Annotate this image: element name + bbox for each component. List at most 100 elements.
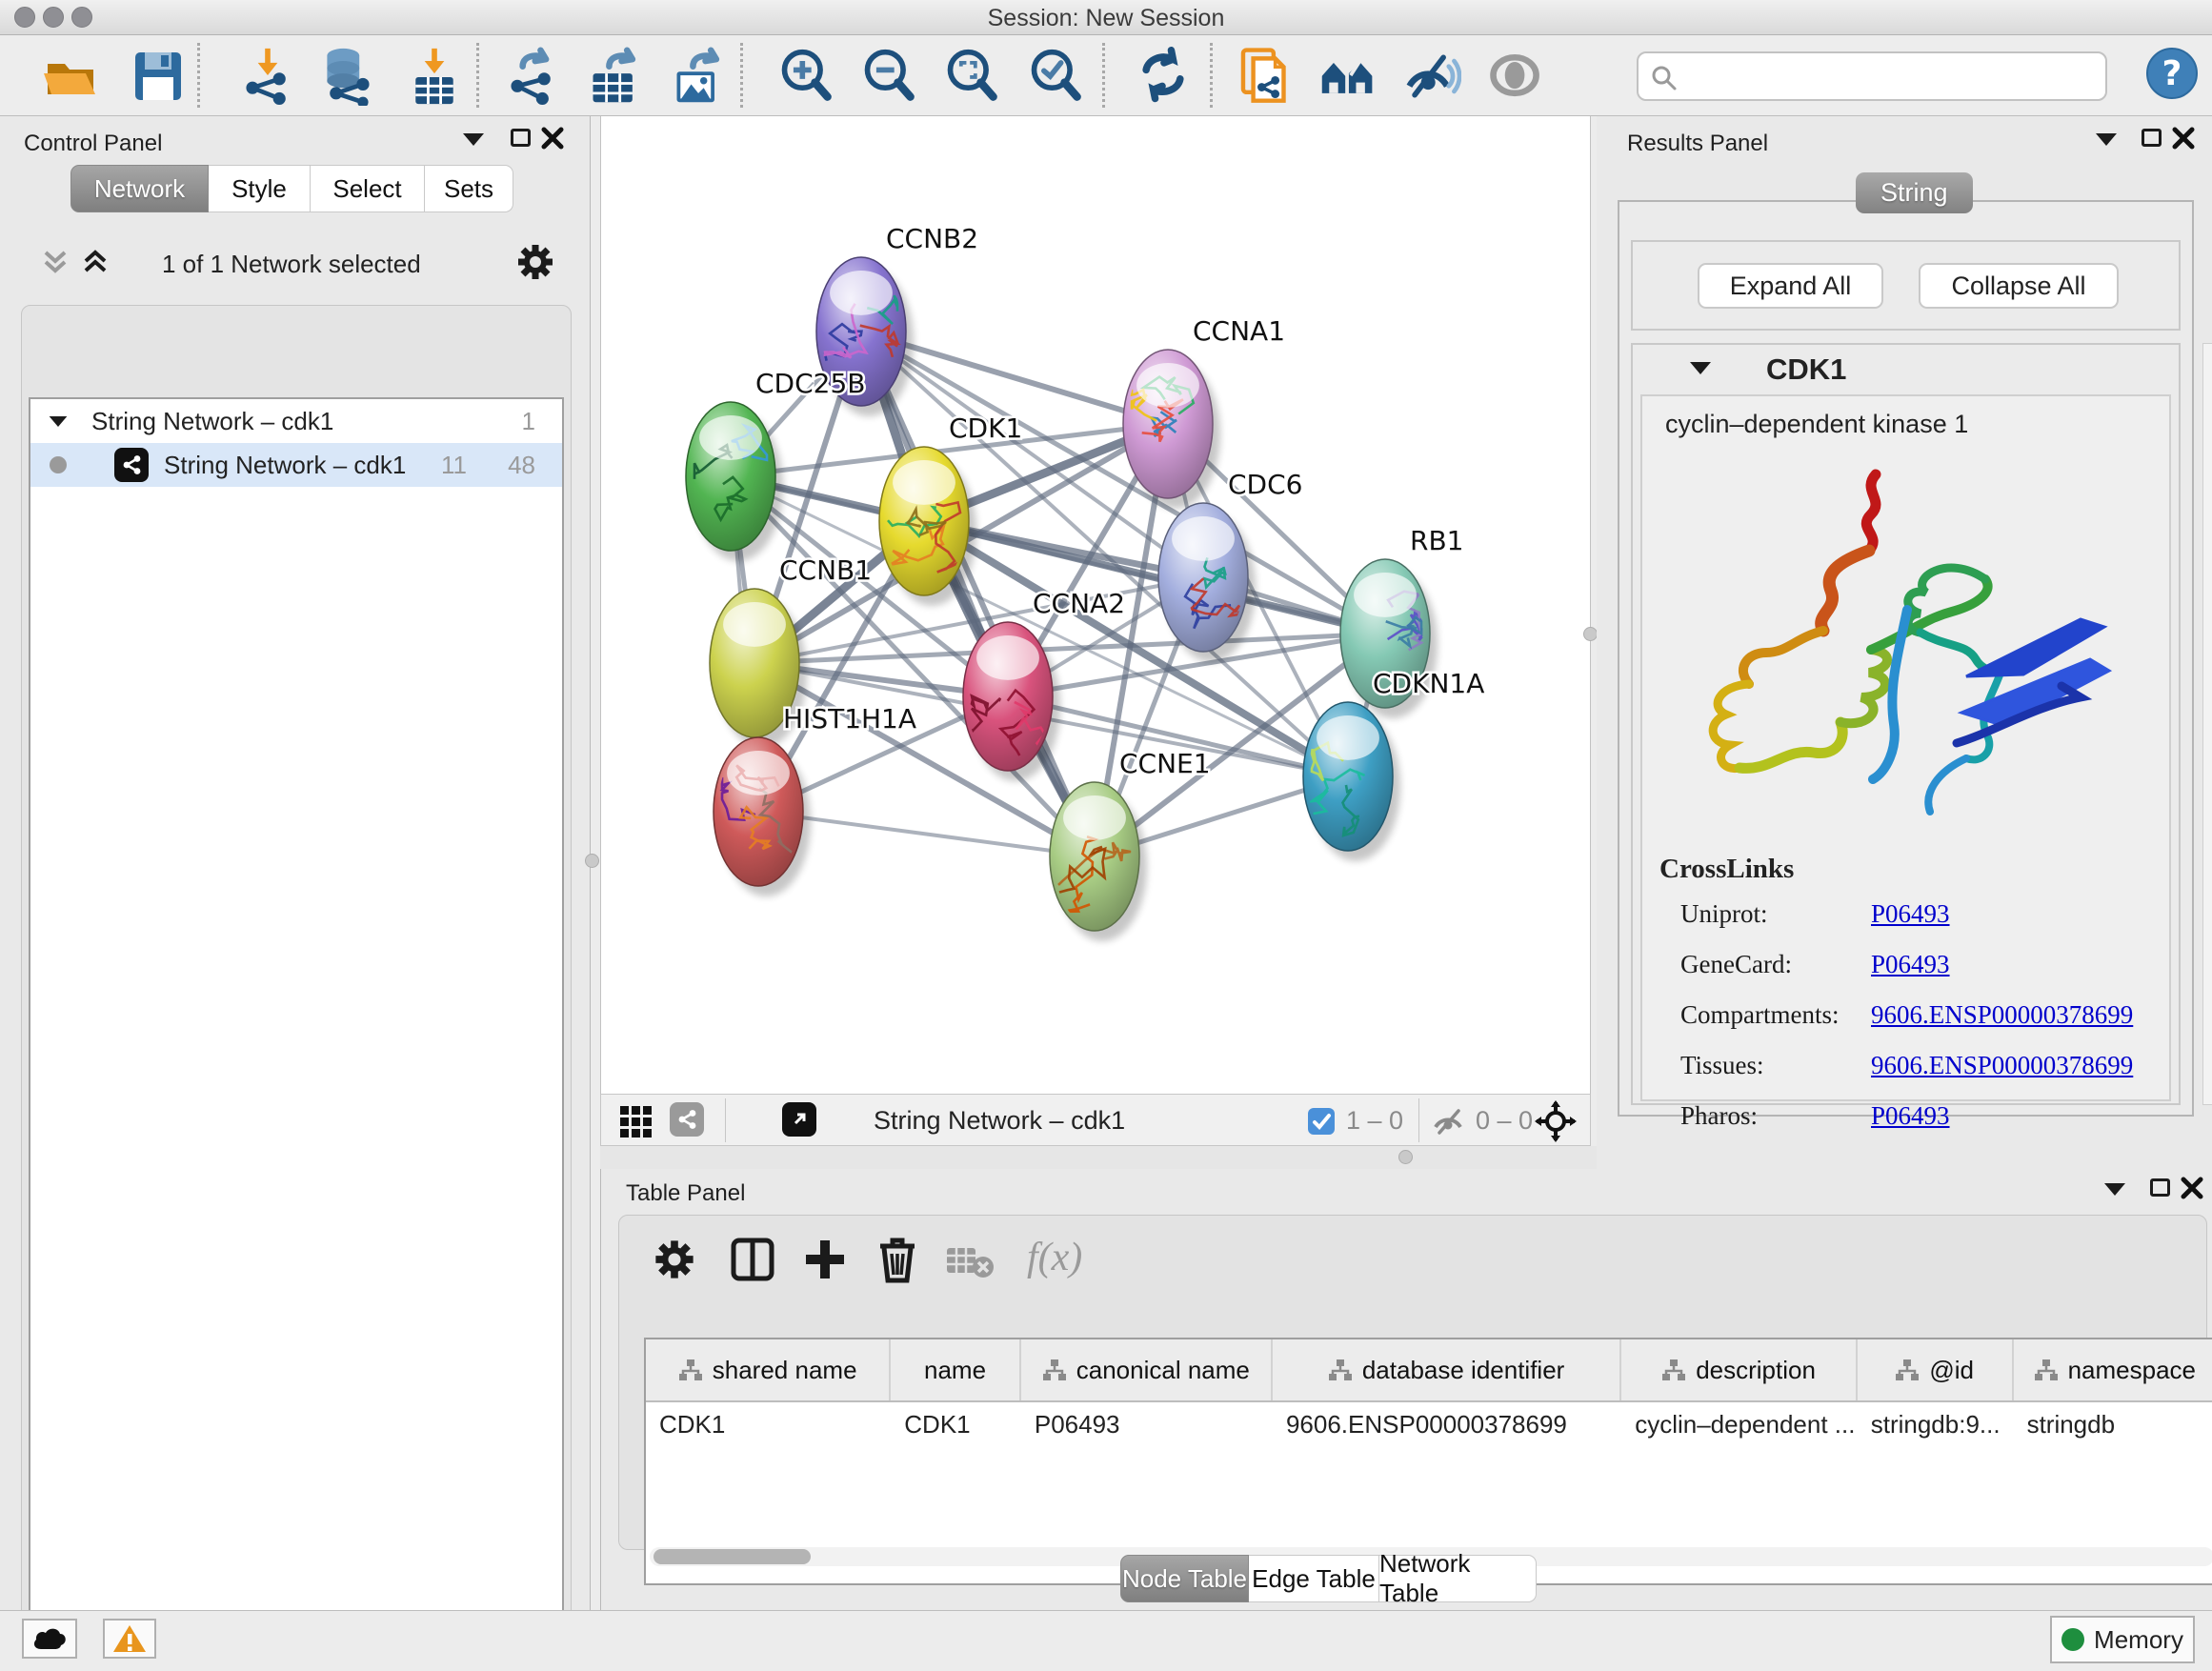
crosslink-link[interactable]: P06493 <box>1871 899 1950 929</box>
crosslink-link[interactable]: 9606.ENSP00000378699 <box>1871 1051 2133 1080</box>
cloud-button[interactable] <box>22 1619 77 1659</box>
tree-collapse-icon[interactable] <box>50 415 68 426</box>
import-network-file-icon[interactable] <box>238 47 297 106</box>
tab-sets[interactable]: Sets <box>425 165 513 212</box>
show-columns-icon[interactable] <box>730 1237 775 1282</box>
column-header-name[interactable]: name <box>891 1339 1020 1400</box>
warning-button[interactable] <box>103 1619 156 1659</box>
show-all-networks-icon[interactable] <box>1317 47 1379 106</box>
delete-column-trash-icon[interactable] <box>875 1235 920 1284</box>
export-table-icon[interactable] <box>584 47 647 106</box>
column-label: name <box>924 1356 986 1385</box>
float-panel-icon[interactable] <box>2142 129 2162 147</box>
column-header-description[interactable]: description <box>1621 1339 1858 1400</box>
vertical-splitter-handle[interactable] <box>1583 627 1598 641</box>
tab-network[interactable]: Network <box>70 165 209 212</box>
gear-icon[interactable] <box>514 241 556 283</box>
collapse-panel-icon[interactable] <box>2104 1183 2125 1196</box>
zoom-out-icon[interactable] <box>860 47 919 106</box>
node-count: 11 <box>441 451 467 480</box>
zoom-selected-icon[interactable] <box>1027 47 1086 106</box>
float-panel-icon[interactable] <box>511 129 531 147</box>
horizontal-splitter-handle[interactable] <box>1398 1150 1413 1164</box>
hidden-eye-slash-icon[interactable] <box>1432 1106 1466 1137</box>
vertical-splitter-handle[interactable] <box>585 854 599 868</box>
close-panel-icon[interactable] <box>2181 1177 2203 1199</box>
control-panel-tabs: NetworkStyleSelectSets <box>70 165 513 212</box>
node-label: CDC25B <box>755 368 866 399</box>
tab-select[interactable]: Select <box>311 165 425 212</box>
crosslink-link[interactable]: P06493 <box>1871 950 1950 979</box>
expand-all-icon[interactable] <box>78 245 112 279</box>
table-row[interactable]: CDK1CDK1P064939606.ENSP00000378699cyclin… <box>646 1402 2212 1446</box>
float-panel-icon[interactable] <box>2150 1178 2170 1197</box>
network-collection-row[interactable]: String Network – cdk1 1 <box>30 399 562 443</box>
column-header-databaseidentifier[interactable]: database identifier <box>1273 1339 1621 1400</box>
open-in-window-icon[interactable] <box>782 1102 816 1137</box>
grid-view-icon[interactable] <box>618 1104 654 1140</box>
toolbar-separator <box>1102 43 1105 108</box>
help-icon[interactable]: ? <box>2145 44 2199 103</box>
graphics-detail-icon[interactable] <box>1486 47 1545 106</box>
node-label: CDK1 <box>949 413 1022 444</box>
column-header-namespace[interactable]: namespace <box>2014 1339 2212 1400</box>
hidden-counts: 0 – 0 <box>1476 1106 1533 1136</box>
refresh-icon[interactable] <box>1134 47 1193 106</box>
toolbar-separator <box>1210 43 1213 108</box>
collapse-panel-icon[interactable] <box>463 133 484 146</box>
memory-button[interactable]: Memory <box>2050 1616 2195 1663</box>
network-badge-icon[interactable] <box>670 1102 704 1137</box>
search-input[interactable] <box>1637 51 2107 101</box>
table-cell: 9606.ENSP00000378699 <box>1273 1410 1621 1439</box>
tab-style[interactable]: Style <box>209 165 311 212</box>
export-network-icon[interactable] <box>503 47 562 106</box>
import-network-database-icon[interactable] <box>314 47 381 106</box>
control-panel-title: Control Panel <box>24 131 162 157</box>
delete-table-icon[interactable] <box>945 1242 995 1280</box>
column-label: canonical name <box>1076 1356 1250 1385</box>
export-image-icon[interactable] <box>668 47 731 106</box>
column-header-canonicalname[interactable]: canonical name <box>1021 1339 1273 1400</box>
close-panel-icon[interactable] <box>2172 127 2195 150</box>
tab-node-table[interactable]: Node Table <box>1120 1555 1249 1602</box>
crosslink-row: GeneCard:P06493 <box>1680 950 2157 979</box>
results-scrollbar[interactable] <box>2202 343 2212 1105</box>
function-builder-icon[interactable]: f(x) <box>1027 1235 1082 1280</box>
crosslink-link[interactable]: 9606.ENSP00000378699 <box>1871 1000 2133 1030</box>
column-label: database identifier <box>1362 1356 1564 1385</box>
collapse-all-icon[interactable] <box>38 245 72 279</box>
selected-checkbox-icon[interactable] <box>1306 1106 1337 1137</box>
collapse-all-button[interactable]: Collapse All <box>1919 263 2119 309</box>
hide-unhide-icon[interactable] <box>1400 47 1461 106</box>
zoom-fit-icon[interactable] <box>943 47 1002 106</box>
expand-all-button[interactable]: Expand All <box>1698 263 1883 309</box>
import-table-file-icon[interactable] <box>405 47 464 106</box>
crosslink-link[interactable]: P06493 <box>1871 1101 1950 1131</box>
table-container: f(x) shared name name canonical name databa… <box>618 1215 2207 1550</box>
crosslink-label: Uniprot: <box>1680 899 1871 929</box>
table-settings-gear-icon[interactable] <box>652 1237 697 1282</box>
close-panel-icon[interactable] <box>541 127 564 150</box>
column-type-icon <box>2034 1359 2059 1381</box>
column-header-id[interactable]: @id <box>1858 1339 2014 1400</box>
table-cell: P06493 <box>1021 1410 1273 1439</box>
toolbar-separator <box>197 43 200 108</box>
crosslink-row: Tissues:9606.ENSP00000378699 <box>1680 1051 2157 1080</box>
collapse-protein-icon[interactable] <box>1690 362 1711 374</box>
tab-string[interactable]: String <box>1856 172 1973 213</box>
scrollbar-thumb[interactable] <box>654 1549 811 1564</box>
network-node-cdkn1a[interactable]: CDKN1A <box>1303 668 1484 861</box>
tab-network-table[interactable]: Network Table <box>1379 1555 1537 1602</box>
open-session-icon[interactable] <box>42 47 101 106</box>
tab-edge-table[interactable]: Edge Table <box>1249 1555 1379 1602</box>
create-column-plus-icon[interactable] <box>802 1237 848 1282</box>
network-canvas[interactable]: CCNB2CCNA1CDC25BCDK1CDC6RB1CCNB1CCNA2CDK… <box>600 116 1591 1094</box>
save-session-icon[interactable] <box>130 47 187 106</box>
network-node-ccne1[interactable]: CCNE1 <box>1050 748 1211 941</box>
network-row-selected[interactable]: String Network – cdk1 11 48 <box>30 443 562 487</box>
collapse-panel-icon[interactable] <box>2096 133 2117 146</box>
column-header-sharedname[interactable]: shared name <box>646 1339 891 1400</box>
share-network-icon[interactable] <box>1235 47 1296 106</box>
zoom-in-icon[interactable] <box>777 47 836 106</box>
fit-content-crosshair-icon[interactable] <box>1535 1100 1577 1142</box>
